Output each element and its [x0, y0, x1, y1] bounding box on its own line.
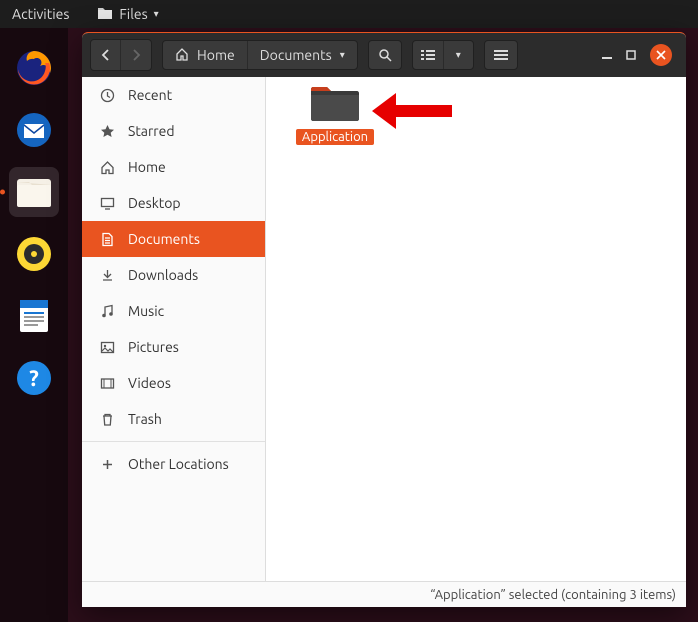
path-bar: Home Documents ▾ — [162, 40, 358, 70]
view-options-button[interactable]: ▾ — [443, 41, 473, 69]
desktop-icon — [98, 196, 116, 211]
videos-icon — [98, 376, 116, 391]
clock-icon — [98, 88, 116, 103]
sidebar-label: Other Locations — [128, 456, 229, 472]
dock-thunderbird[interactable] — [9, 105, 59, 155]
files-menu[interactable]: Files ▾ — [97, 6, 158, 23]
folder-label: Application — [296, 129, 374, 145]
music-icon — [98, 304, 116, 319]
hamburger-menu[interactable] — [484, 40, 518, 70]
dock-files[interactable] — [9, 167, 59, 217]
files-window: Home Documents ▾ ▾ — [82, 32, 686, 607]
home-icon — [175, 47, 189, 64]
folder-icon — [97, 6, 113, 23]
svg-text:?: ? — [29, 366, 39, 391]
pictures-icon — [98, 340, 116, 355]
sidebar-item-documents[interactable]: Documents — [82, 221, 265, 257]
status-text: “Application” selected (containing 3 ite… — [430, 588, 676, 602]
dock-writer[interactable] — [9, 291, 59, 341]
top-panel: Activities Files ▾ — [0, 0, 698, 28]
dock-rhythmbox[interactable] — [9, 229, 59, 279]
sidebar-label: Downloads — [128, 267, 198, 283]
home-icon — [98, 160, 116, 175]
path-documents[interactable]: Documents ▾ — [247, 41, 357, 69]
statusbar: “Application” selected (containing 3 ite… — [82, 581, 686, 607]
path-home[interactable]: Home — [163, 41, 247, 69]
content-area[interactable]: Application — [266, 77, 686, 581]
sidebar-label: Videos — [128, 375, 171, 391]
path-home-label: Home — [197, 47, 235, 63]
dock-help[interactable]: ? — [9, 353, 59, 403]
dock: ? — [0, 28, 68, 622]
sidebar-label: Home — [128, 159, 166, 175]
nav-buttons — [90, 39, 152, 71]
folder-icon — [309, 83, 361, 123]
activities-label: Activities — [12, 6, 69, 22]
document-icon — [98, 232, 116, 247]
sidebar-item-other-locations[interactable]: Other Locations — [82, 446, 265, 482]
trash-icon — [98, 412, 116, 427]
sidebar-item-music[interactable]: Music — [82, 293, 265, 329]
sidebar-item-home[interactable]: Home — [82, 149, 265, 185]
sidebar-label: Desktop — [128, 195, 181, 211]
sidebar-label: Documents — [128, 231, 200, 247]
star-icon — [98, 124, 116, 139]
list-view-button[interactable] — [413, 41, 443, 69]
path-documents-label: Documents — [260, 47, 332, 63]
annotation-arrow-icon — [372, 93, 452, 133]
forward-button[interactable] — [121, 40, 151, 70]
sidebar-label: Starred — [128, 123, 175, 139]
running-indicator-icon — [0, 190, 5, 195]
window-body: Recent Starred Home Desktop Documents Do… — [82, 77, 686, 581]
search-button[interactable] — [368, 40, 402, 70]
sidebar-item-desktop[interactable]: Desktop — [82, 185, 265, 221]
folder-application[interactable]: Application — [292, 83, 378, 145]
sidebar-label: Pictures — [128, 339, 179, 355]
files-label: Files — [119, 6, 147, 22]
sidebar-label: Music — [128, 303, 164, 319]
sidebar: Recent Starred Home Desktop Documents Do… — [82, 77, 266, 581]
dock-firefox[interactable] — [9, 43, 59, 93]
sidebar-item-pictures[interactable]: Pictures — [82, 329, 265, 365]
sidebar-item-trash[interactable]: Trash — [82, 401, 265, 437]
chevron-down-icon: ▾ — [154, 8, 159, 20]
minimize-button[interactable] — [602, 50, 612, 60]
chevron-down-icon: ▾ — [456, 49, 461, 61]
maximize-button[interactable] — [626, 50, 636, 60]
activities-button[interactable]: Activities — [12, 6, 69, 22]
window-controls — [602, 44, 678, 66]
sidebar-item-videos[interactable]: Videos — [82, 365, 265, 401]
plus-icon — [98, 457, 116, 472]
close-button[interactable] — [650, 44, 672, 66]
view-controls: ▾ — [412, 40, 474, 70]
sidebar-separator — [82, 441, 265, 442]
download-icon — [98, 268, 116, 283]
titlebar: Home Documents ▾ ▾ — [82, 33, 686, 77]
sidebar-label: Trash — [128, 411, 162, 427]
sidebar-item-starred[interactable]: Starred — [82, 113, 265, 149]
sidebar-item-downloads[interactable]: Downloads — [82, 257, 265, 293]
chevron-down-icon: ▾ — [340, 49, 345, 61]
sidebar-item-recent[interactable]: Recent — [82, 77, 265, 113]
back-button[interactable] — [91, 40, 121, 70]
sidebar-label: Recent — [128, 87, 172, 103]
